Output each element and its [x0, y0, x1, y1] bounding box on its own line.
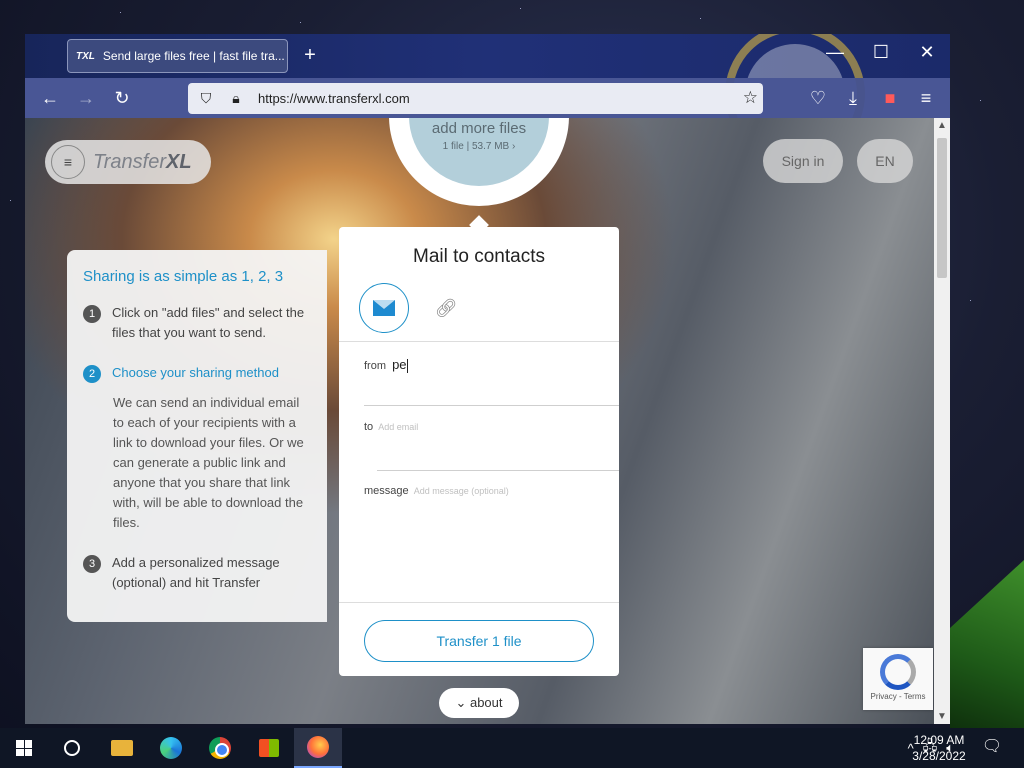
pocket-icon[interactable]: ♡	[805, 86, 831, 110]
lock-icon[interactable]: 🔒︎	[224, 90, 248, 107]
steps-heading: Sharing is as simple as 1, 2, 3	[83, 268, 284, 285]
scroll-down-icon[interactable]: ▼	[934, 711, 950, 722]
new-tab-button[interactable]: +	[300, 44, 320, 67]
to-field[interactable]: to Add email	[364, 421, 418, 433]
from-input[interactable]: pe	[392, 357, 406, 372]
windows-icon	[16, 740, 32, 756]
store-button[interactable]	[245, 728, 293, 768]
download-icon[interactable]: ⤓	[840, 86, 866, 110]
from-field[interactable]: from pe	[364, 357, 408, 374]
search-circle-icon	[64, 740, 80, 756]
steps-panel: Sharing is as simple as 1, 2, 3 1 Click …	[67, 250, 327, 622]
minimize-button[interactable]: —	[820, 42, 850, 63]
firefox-button[interactable]	[294, 728, 342, 768]
close-button[interactable]: ✕	[912, 42, 942, 63]
edge-button[interactable]	[147, 728, 195, 768]
store-icon	[259, 739, 279, 757]
card-title: Mail to contacts	[413, 246, 545, 267]
page-content: ≡ TransferXL add more files 1 file | 53.…	[25, 118, 934, 724]
language-button[interactable]: EN	[857, 139, 913, 183]
step-1: 1 Click on "add files" and select the fi…	[83, 303, 311, 343]
nav-bar: ← → ↻ ⛉ 🔒︎ https://www.transferxl.com ☆ …	[25, 78, 950, 118]
forward-button[interactable]: →	[73, 86, 99, 110]
start-button[interactable]	[0, 728, 48, 768]
file-explorer-button[interactable]	[98, 728, 146, 768]
notification-icon[interactable]: 🗨︎	[980, 736, 1004, 756]
step-2: 2 Choose your sharing method	[83, 363, 311, 383]
to-input[interactable]: Add email	[378, 422, 418, 432]
extension-icon[interactable]: ■	[877, 86, 903, 110]
maximize-button[interactable]: ☐	[866, 42, 896, 63]
step-3: 3 Add a personalized message (optional) …	[83, 553, 311, 593]
browser-window: TXL Send large files free | fast file tr…	[25, 34, 950, 724]
tab-bar: TXL Send large files free | fast file tr…	[25, 34, 950, 164]
hamburger-menu-icon[interactable]: ≡	[51, 145, 85, 179]
menu-icon[interactable]: ≡	[913, 86, 939, 110]
url-text[interactable]: https://www.transferxl.com	[258, 91, 410, 106]
favicon-icon: TXL	[76, 50, 95, 62]
file-info[interactable]: 1 file | 53.7 MB ›	[443, 141, 516, 152]
site-logo[interactable]: ≡ TransferXL	[45, 140, 211, 184]
recaptcha-badge[interactable]: Privacy - Terms	[863, 648, 933, 710]
recaptcha-icon	[880, 654, 916, 690]
mail-mode-button[interactable]	[359, 283, 409, 333]
mail-card: Mail to contacts 🔗︎ from pe to Add email…	[339, 227, 619, 676]
taskbar: ^ 🖧︎ 🔈︎ 12:09 AM 3/28/2022 🗨︎	[0, 728, 1024, 768]
desktop-wallpaper-grass	[950, 560, 1024, 730]
url-bar[interactable]: ⛉ 🔒︎ https://www.transferxl.com ☆	[188, 83, 763, 114]
step-2-description: We can send an individual email to each …	[113, 395, 304, 530]
page-scrollbar[interactable]: ▲ ▼	[934, 118, 950, 724]
about-button[interactable]: ⌄ about	[439, 688, 519, 718]
search-button[interactable]	[48, 728, 96, 768]
link-icon: 🔗︎	[434, 297, 458, 318]
add-more-files-link[interactable]: add more files	[432, 120, 526, 137]
tab-title: Send large files free | fast file tra...	[102, 49, 285, 63]
reload-button[interactable]: ↻	[109, 86, 135, 110]
bookmark-star-icon[interactable]: ☆	[743, 88, 758, 108]
chrome-icon	[209, 737, 231, 759]
envelope-icon	[373, 300, 395, 316]
message-input[interactable]: Add message (optional)	[414, 486, 509, 496]
back-button[interactable]: ←	[37, 86, 63, 110]
scroll-up-icon[interactable]: ▲	[934, 120, 950, 131]
firefox-icon	[307, 736, 329, 758]
link-mode-button[interactable]: 🔗︎	[421, 283, 471, 333]
transfer-button[interactable]: Transfer 1 file	[364, 620, 594, 662]
edge-icon	[160, 737, 182, 759]
chrome-button[interactable]	[196, 728, 244, 768]
sign-in-button[interactable]: Sign in	[763, 139, 843, 183]
shield-icon[interactable]: ⛉	[194, 90, 218, 107]
clock[interactable]: 12:09 AM 3/28/2022	[904, 732, 974, 764]
message-field[interactable]: message Add message (optional)	[364, 485, 509, 497]
folder-icon	[111, 740, 133, 756]
tab-transferxl[interactable]: TXL Send large files free | fast file tr…	[67, 39, 288, 73]
upload-circle[interactable]: add more files 1 file | 53.7 MB ›	[389, 118, 569, 206]
